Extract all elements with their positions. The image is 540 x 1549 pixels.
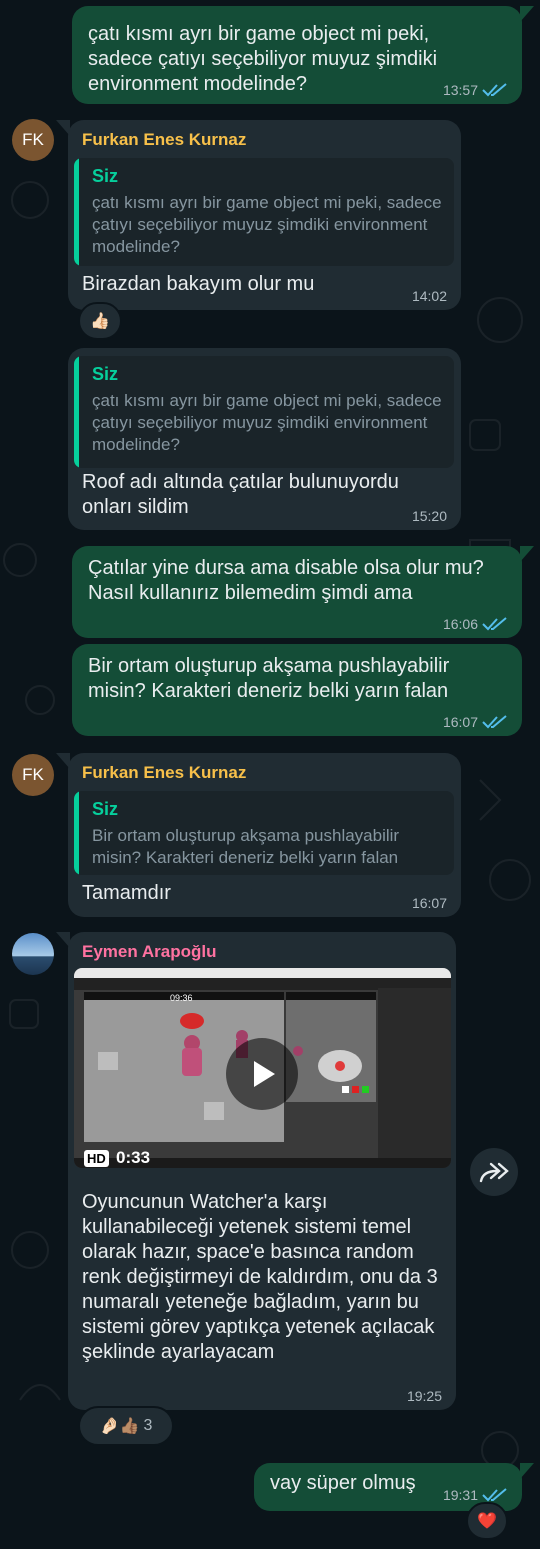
quoted-message[interactable]: Siz çatı kısmı ayrı bir game object mi p… bbox=[74, 158, 454, 266]
bubble-tail bbox=[520, 6, 534, 22]
message-time: 13:57 bbox=[442, 82, 478, 98]
message-outgoing[interactable]: Bir ortam oluşturup akşama pushlayabilir… bbox=[72, 644, 522, 736]
message-incoming[interactable]: Siz çatı kısmı ayrı bir game object mi p… bbox=[68, 348, 461, 530]
message-outgoing[interactable]: çatı kısmı ayrı bir game object mi peki,… bbox=[72, 6, 534, 104]
message-time: 16:06 bbox=[442, 616, 478, 632]
avatar[interactable]: FK bbox=[12, 754, 54, 796]
avatar[interactable] bbox=[12, 933, 54, 975]
reaction-count: 3 bbox=[143, 1417, 153, 1434]
message-time: 16:07 bbox=[411, 895, 447, 911]
message-text: Bir ortam oluşturup akşama pushlayabilir… bbox=[88, 655, 450, 702]
reaction-emoji: ❤️ bbox=[477, 1513, 497, 1530]
message-text: vay süper olmuş bbox=[270, 1472, 416, 1494]
bubble-tail bbox=[56, 753, 70, 769]
message-time: 19:25 bbox=[406, 1388, 442, 1404]
hd-badge: HD bbox=[84, 1150, 109, 1167]
message-status: 19:31 bbox=[443, 1487, 508, 1503]
forward-icon bbox=[479, 1162, 509, 1183]
message-time: 16:07 bbox=[442, 714, 478, 730]
message-text: Tamamdır bbox=[82, 882, 171, 904]
double-check-icon bbox=[482, 1488, 507, 1502]
quote-author: Siz bbox=[92, 799, 119, 819]
bubble-tail bbox=[520, 1463, 534, 1479]
quote-text: Bir ortam oluşturup akşama pushlayabilir… bbox=[92, 826, 400, 867]
message-status: 16:06 bbox=[443, 616, 508, 632]
quote-accent-bar bbox=[74, 791, 79, 875]
reaction-badge[interactable]: 🤌🏻👍🏽 3 bbox=[78, 1406, 174, 1446]
message-text: Birazdan bakayım olur mu bbox=[82, 273, 315, 295]
message-incoming[interactable]: Furkan Enes Kurnaz Siz çatı kısmı ayrı b… bbox=[56, 120, 461, 310]
bubble-tail bbox=[56, 932, 70, 948]
quote-accent-bar bbox=[74, 158, 79, 266]
video-thumbnail[interactable]: 09:36 HD 0:33 bbox=[74, 968, 451, 1168]
reaction-emoji: 👍🏻 bbox=[90, 313, 110, 330]
message-text: Çatılar yine dursa ama disable olsa olur… bbox=[88, 557, 484, 604]
sender-name[interactable]: Eymen Arapoğlu bbox=[82, 942, 216, 962]
avatar[interactable]: FK bbox=[12, 119, 54, 161]
double-check-icon bbox=[482, 617, 507, 631]
video-overlay-time: 09:36 bbox=[170, 993, 193, 1003]
message-status: 16:07 bbox=[443, 714, 508, 730]
message-time: 19:31 bbox=[442, 1487, 478, 1503]
quote-author: Siz bbox=[92, 166, 119, 186]
bubble-tail bbox=[56, 120, 70, 136]
reaction-badge[interactable]: 👍🏻 bbox=[78, 302, 122, 340]
message-text: çatı kısmı ayrı bir game object mi peki,… bbox=[88, 23, 438, 95]
video-duration: 0:33 bbox=[116, 1148, 151, 1167]
play-icon bbox=[254, 1061, 275, 1087]
double-check-icon bbox=[482, 83, 507, 97]
quoted-message[interactable]: Siz Bir ortam oluşturup akşama pushlayab… bbox=[74, 791, 454, 875]
quote-text: çatı kısmı ayrı bir game object mi peki,… bbox=[92, 391, 442, 454]
message-text: Oyuncunun Watcher'a karşı kullanabileceğ… bbox=[82, 1191, 438, 1363]
message-incoming[interactable]: Eymen Arapoğlu 09:36 HD 0:33 Oyuncunun W… bbox=[56, 932, 456, 1410]
sender-name[interactable]: Furkan Enes Kurnaz bbox=[82, 130, 246, 150]
quote-author: Siz bbox=[92, 364, 119, 384]
reaction-emojis: 🤌🏻👍🏽 bbox=[99, 1418, 140, 1435]
message-outgoing[interactable]: Çatılar yine dursa ama disable olsa olur… bbox=[72, 546, 534, 638]
message-incoming[interactable]: Furkan Enes Kurnaz Siz Bir ortam oluştur… bbox=[56, 753, 461, 917]
quote-text: çatı kısmı ayrı bir game object mi peki,… bbox=[92, 193, 442, 256]
double-check-icon bbox=[482, 715, 507, 729]
message-status: 13:57 bbox=[443, 82, 508, 98]
forward-button[interactable] bbox=[470, 1148, 518, 1196]
quote-accent-bar bbox=[74, 356, 79, 468]
play-button[interactable] bbox=[226, 1038, 298, 1110]
bubble-tail bbox=[520, 546, 534, 562]
sender-name[interactable]: Furkan Enes Kurnaz bbox=[82, 763, 246, 783]
reaction-badge[interactable]: ❤️ bbox=[466, 1502, 508, 1540]
quoted-message[interactable]: Siz çatı kısmı ayrı bir game object mi p… bbox=[74, 356, 454, 468]
message-time: 14:02 bbox=[411, 288, 447, 304]
message-text: Roof adı altında çatılar bulunuyordu onl… bbox=[82, 471, 399, 518]
message-time: 15:20 bbox=[411, 508, 447, 524]
